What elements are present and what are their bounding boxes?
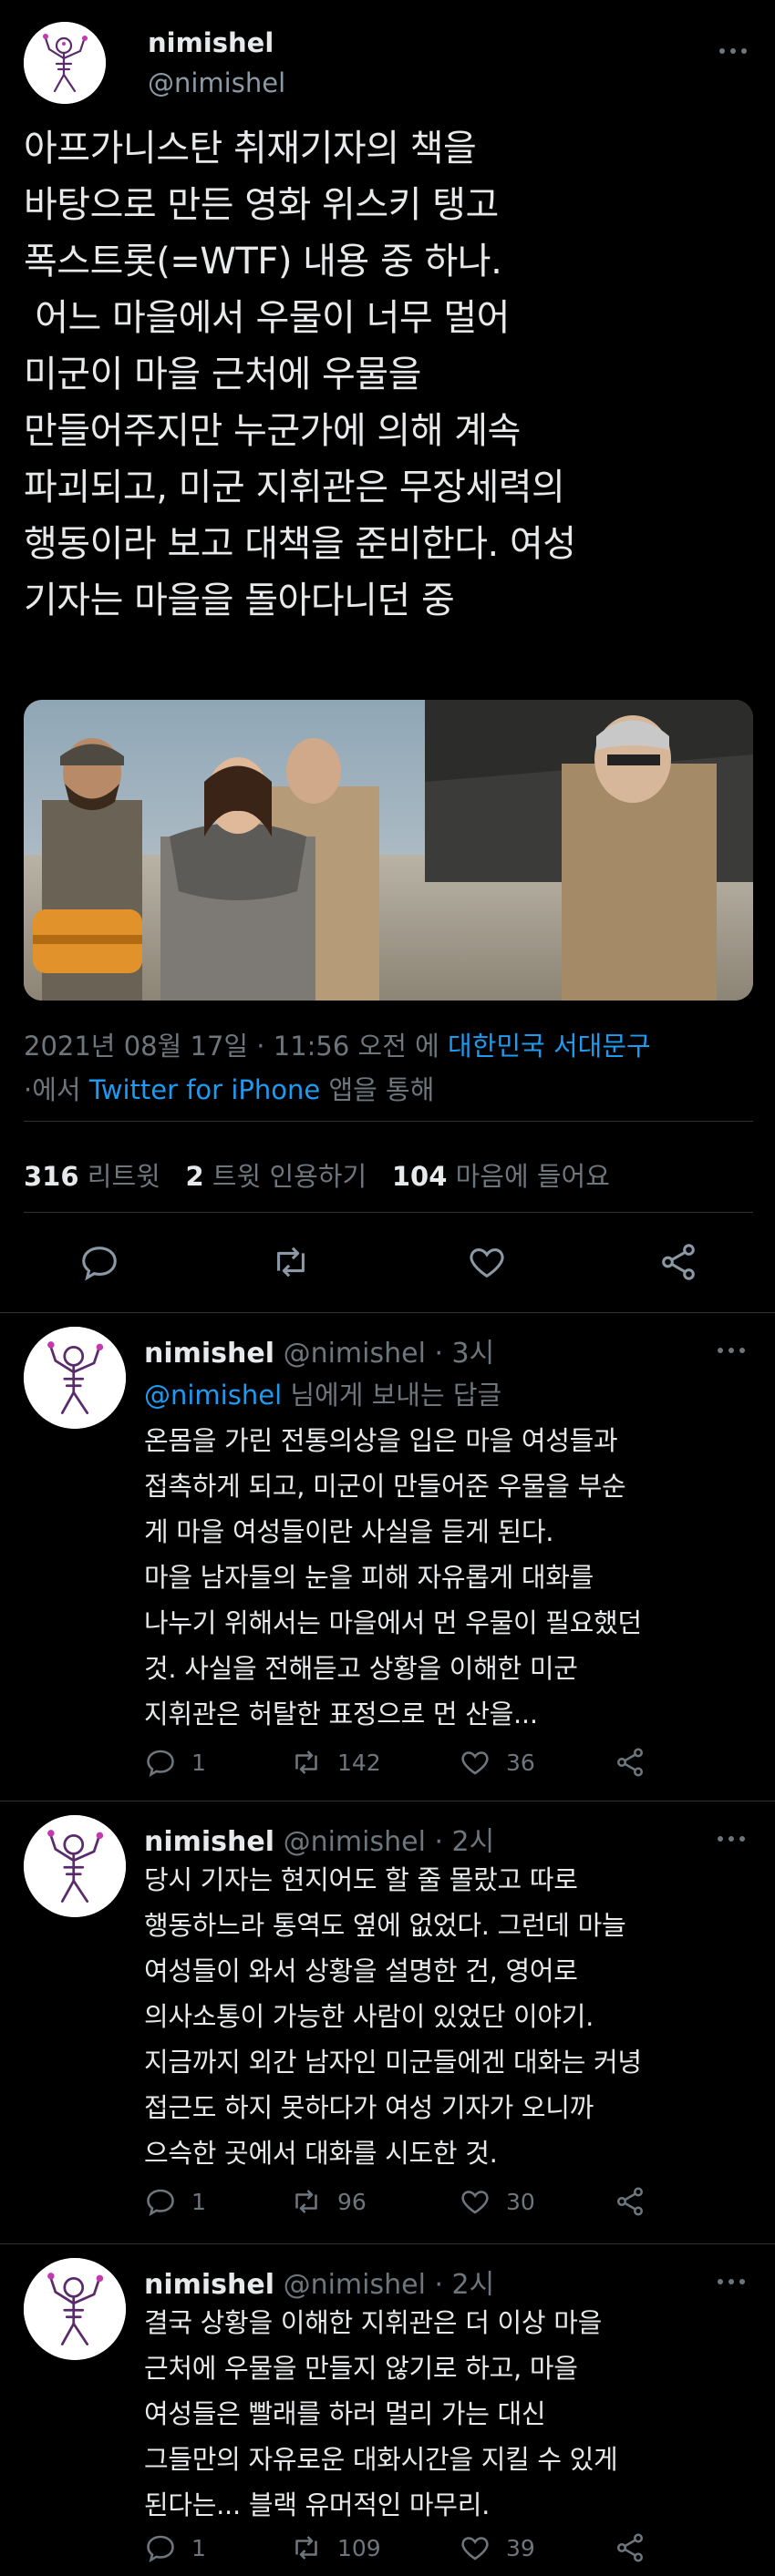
retweet-icon (295, 2536, 317, 2560)
reply-bubble-icon (147, 2189, 174, 2217)
share-icon (616, 2533, 644, 2562)
reply-bubble-icon (147, 2535, 174, 2563)
tweet-meta: 2021년 08월 17일 · 11:56 오전 에 대한민국 서대문구 ·에서… (24, 1024, 753, 1112)
divider (0, 2243, 775, 2244)
share-icon (616, 1748, 644, 1777)
reply-bubble-icon (147, 1750, 174, 1778)
reply-author-name[interactable]: nimishel (144, 2269, 274, 2301)
reply-text: 당시 기자는 현지어도 할 줄 몰랐고 따로 행동하느라 통역도 옆에 없었다.… (144, 1864, 642, 2169)
heart-icon (461, 2537, 489, 2561)
reply-count: 1 (191, 2188, 206, 2215)
like-action[interactable]: 39 (459, 2530, 535, 2566)
like-count: 36 (506, 1749, 535, 1776)
meta-via-prefix: ·에서 (24, 1074, 81, 1105)
reply-text: 결국 상황을 이해한 지휘관은 더 이상 마을 근처에 우물을 만들지 않기로 … (144, 2307, 618, 2520)
tweet-photo[interactable] (24, 700, 753, 1001)
reply-author-handle-time[interactable]: @nimishel · 3시 (284, 1338, 495, 1370)
tweet-client-link[interactable]: Twitter for iPhone (89, 1074, 320, 1105)
reply-actions: 1 109 39 (144, 2530, 691, 2566)
avatar[interactable] (24, 1327, 126, 1429)
main-tweet-text: 아프가니스탄 취재기자의 책을 바탕으로 만든 영화 위스키 탱고 폭스트롯(=… (24, 128, 576, 621)
more-dots-icon[interactable] (715, 1339, 751, 1358)
reply-to-line: @nimishel 님에게 보내는 답글 (144, 1374, 501, 1412)
reply-bubble-icon[interactable] (78, 1241, 120, 1283)
more-dots-icon[interactable] (715, 2271, 751, 2289)
reply-action[interactable]: 1 (144, 2530, 206, 2566)
retweet-icon[interactable] (270, 1241, 312, 1283)
reply-header: nimishel @nimishel · 2시 (144, 2262, 494, 2302)
retweet-count: 142 (337, 1749, 381, 1776)
retweet-action[interactable]: 96 (290, 2183, 367, 2220)
reply-to-label: 님에게 보내는 답글 (290, 1380, 502, 1411)
share-action[interactable] (614, 2183, 661, 2220)
reply-author-handle-time[interactable]: @nimishel · 2시 (284, 1826, 495, 1858)
share-icon (616, 2187, 644, 2216)
avatar[interactable] (24, 2258, 126, 2360)
quotes-count[interactable]: 2 (185, 1161, 203, 1192)
divider (0, 1312, 775, 1313)
tweet-stats: 316 리트윗 2 트윗 인용하기 104 마음에 들어요 (24, 1155, 610, 1194)
reply-tweet[interactable]: nimishel @nimishel · 3시 @nimishel 님에게 보내… (0, 1327, 775, 1801)
heart-icon[interactable] (466, 1241, 508, 1283)
retweet-icon (295, 2190, 317, 2213)
reply-action[interactable]: 1 (144, 2183, 206, 2220)
reply-author-name[interactable]: nimishel (144, 1338, 274, 1370)
share-action[interactable] (614, 1744, 661, 1781)
reply-text: 온몸을 가린 전통의상을 입은 마을 여성들과 접촉하게 되고, 미군이 만들어… (144, 1425, 642, 1729)
divider (24, 1212, 753, 1213)
avatar[interactable] (24, 1815, 126, 1917)
heart-icon (461, 2191, 489, 2214)
reply-tweet[interactable]: nimishel @nimishel · 2시 당시 기자는 현지어도 할 줄 … (0, 1815, 775, 2243)
tweet-date: 2021년 08월 17일 · 11:56 오전 에 (24, 1031, 439, 1062)
retweet-count: 109 (337, 2534, 381, 2561)
author-name[interactable]: nimishel (148, 27, 274, 58)
share-icon[interactable] (657, 1241, 699, 1283)
retweet-action[interactable]: 142 (290, 1744, 381, 1781)
reply-actions: 1 96 30 (144, 2183, 691, 2220)
author-handle[interactable]: @nimishel (148, 67, 285, 98)
reply-author-name[interactable]: nimishel (144, 1826, 274, 1858)
retweets-count[interactable]: 316 (24, 1161, 79, 1192)
main-tweet-actions (24, 1241, 753, 1287)
retweet-count: 96 (337, 2188, 367, 2215)
tweet-location-link[interactable]: 대한민국 서대문구 (448, 1031, 651, 1062)
main-tweet-header: nimishel @nimishel (24, 22, 753, 104)
quotes-label[interactable]: 트윗 인용하기 (212, 1161, 367, 1192)
reply-to-handle-link[interactable]: @nimishel (144, 1380, 282, 1411)
share-action[interactable] (614, 2530, 661, 2566)
more-dots-icon[interactable] (715, 1828, 751, 1846)
retweet-icon (295, 1750, 317, 1774)
like-count: 39 (506, 2534, 535, 2561)
reply-header: nimishel @nimishel · 3시 (144, 1330, 494, 1370)
avatar[interactable] (24, 22, 106, 104)
meta-via-suffix: 앱을 통해 (328, 1074, 435, 1105)
like-action[interactable]: 36 (459, 1744, 535, 1781)
tweet-thread-page: nimishel @nimishel 아프가니스탄 취재기자의 책을 바탕으로 … (0, 0, 775, 2576)
retweet-action[interactable]: 109 (290, 2530, 381, 2566)
likes-label[interactable]: 마음에 들어요 (456, 1161, 610, 1192)
more-dots-icon[interactable] (717, 40, 753, 58)
reply-author-handle-time[interactable]: @nimishel · 2시 (284, 2269, 495, 2301)
heart-icon (461, 1751, 489, 1775)
reply-count: 1 (191, 1749, 206, 1776)
reply-count: 1 (191, 2534, 206, 2561)
reply-action[interactable]: 1 (144, 1744, 206, 1781)
divider (24, 1121, 753, 1122)
like-count: 30 (506, 2188, 535, 2215)
reply-tweet[interactable]: nimishel @nimishel · 2시 결국 상황을 이해한 지휘관은 … (0, 2258, 775, 2576)
like-action[interactable]: 30 (459, 2183, 535, 2220)
retweets-label[interactable]: 리트윗 (88, 1161, 160, 1192)
reply-header: nimishel @nimishel · 2시 (144, 1819, 494, 1859)
likes-count[interactable]: 104 (392, 1161, 448, 1192)
reply-actions: 1 142 36 (144, 1744, 691, 1781)
